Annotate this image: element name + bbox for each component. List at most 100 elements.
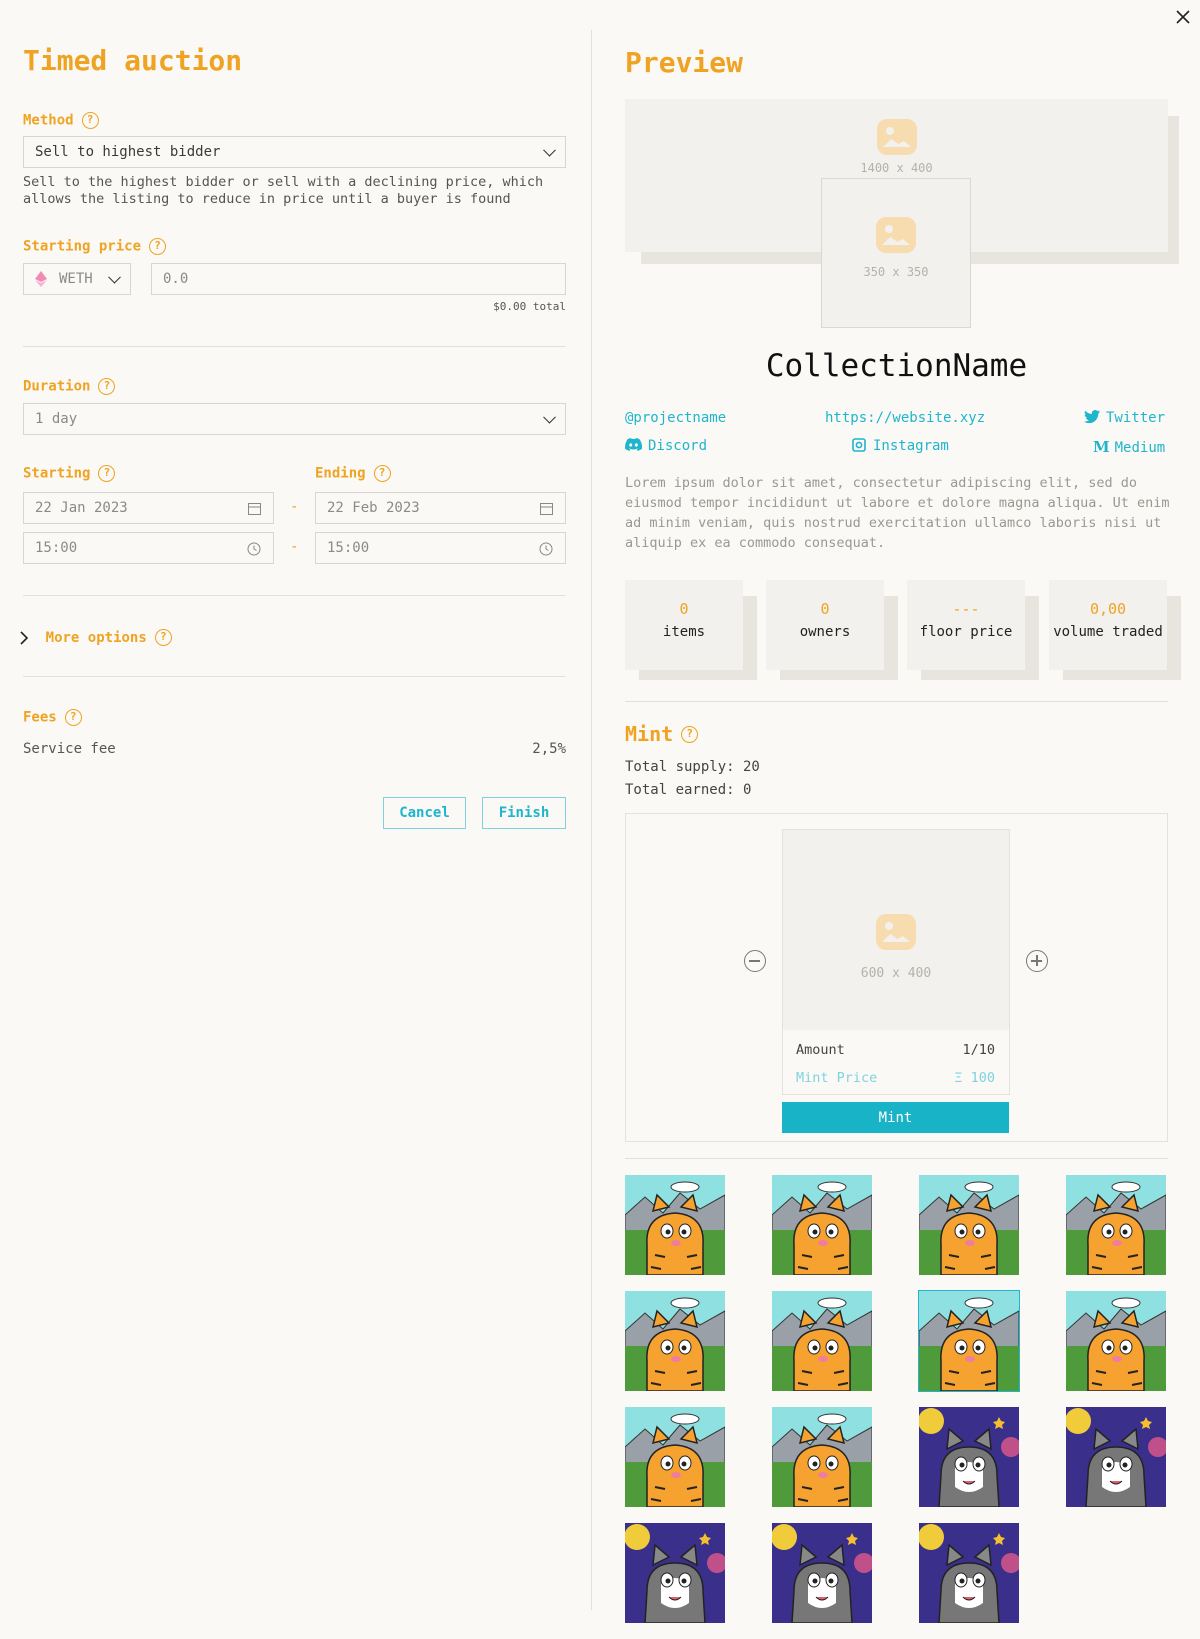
instagram-link[interactable]: Instagram: [852, 438, 949, 454]
nft-thumbnail[interactable]: [919, 1523, 1019, 1623]
mint-card: 600 x 400 Amount 1/10 Mint Price Ξ 100: [782, 829, 1010, 1095]
increase-amount-button[interactable]: [1026, 950, 1048, 972]
nft-thumbnail[interactable]: [1066, 1175, 1166, 1275]
website-link[interactable]: https://website.xyz: [825, 410, 985, 426]
amount-value: 1/10: [962, 1042, 995, 1058]
duration-select[interactable]: 1 day: [23, 403, 566, 435]
mint-price-value: Ξ 100: [954, 1070, 995, 1086]
nft-thumbnail[interactable]: [625, 1175, 725, 1275]
close-icon[interactable]: [1174, 8, 1192, 26]
end-time-input[interactable]: 15:00: [315, 532, 566, 564]
nft-thumbnail[interactable]: [625, 1407, 725, 1507]
price-input[interactable]: 0.0: [151, 263, 566, 295]
more-options-toggle[interactable]: More options?: [18, 627, 172, 646]
divider: [23, 676, 566, 677]
stat-floor-price: --- floor price: [907, 580, 1039, 680]
fees-label: Fees?: [23, 709, 82, 726]
stat-label: items: [662, 624, 706, 640]
stat-volume-traded: 0,00 volume traded: [1049, 580, 1181, 680]
stat-value: 0: [679, 600, 689, 618]
more-options-label: More options: [45, 629, 147, 646]
clock-icon: [539, 542, 553, 556]
medium-icon: M: [1093, 438, 1110, 456]
help-icon[interactable]: ?: [81, 112, 99, 129]
divider: [625, 701, 1168, 702]
image-icon: [876, 217, 916, 253]
help-icon[interactable]: ?: [681, 725, 699, 743]
panel-divider: [591, 30, 592, 1610]
page-title: Timed auction: [23, 44, 243, 77]
service-fee-value: 2,5%: [532, 741, 566, 757]
starting-label: Starting?: [23, 465, 116, 482]
decrease-amount-button[interactable]: [744, 950, 766, 972]
project-handle-link[interactable]: @projectname: [625, 410, 726, 426]
nft-thumbnail[interactable]: [918, 1290, 1020, 1392]
help-icon[interactable]: ?: [149, 238, 167, 255]
chevron-down-icon: [543, 143, 556, 157]
twitter-link[interactable]: Twitter: [1084, 410, 1165, 426]
total-supply: Total supply: 20: [625, 759, 760, 775]
help-icon[interactable]: ?: [154, 629, 172, 646]
chevron-down-icon: [543, 410, 556, 424]
medium-link[interactable]: M Medium: [1093, 438, 1165, 456]
calendar-icon: [540, 503, 553, 515]
nft-thumbnail[interactable]: [625, 1523, 725, 1623]
collection-description: Lorem ipsum dolor sit amet, consectetur …: [625, 475, 1170, 551]
mint-image-placeholder: 600 x 400: [783, 830, 1009, 1030]
time-separator: -: [290, 539, 299, 555]
calendar-icon: [248, 503, 261, 515]
banner-size: 1400 x 400: [860, 161, 933, 175]
nft-thumbnail[interactable]: [919, 1175, 1019, 1275]
method-label: Method?: [23, 112, 99, 129]
price-total: $0.00 total: [493, 300, 566, 313]
stat-items: 0 items: [625, 580, 757, 680]
amount-label: Amount: [796, 1042, 845, 1058]
start-time-input[interactable]: 15:00: [23, 532, 274, 564]
currency-select[interactable]: WETH: [23, 263, 131, 295]
method-value: Sell to highest bidder: [35, 144, 221, 160]
total-earned: Total earned: 0: [625, 782, 752, 798]
method-description: Sell to the highest bidder or sell with …: [23, 174, 544, 207]
date-separator: -: [290, 499, 299, 515]
divider: [23, 346, 566, 347]
chevron-down-icon: [108, 270, 121, 284]
mint-heading: Mint?: [625, 722, 699, 746]
mint-button[interactable]: Mint: [782, 1102, 1009, 1133]
twitter-icon: [1084, 410, 1100, 424]
divider: [625, 1158, 1168, 1159]
nft-thumbnail[interactable]: [772, 1523, 872, 1623]
help-icon[interactable]: ?: [64, 709, 82, 726]
clock-icon: [247, 542, 261, 556]
nft-thumbnail[interactable]: [625, 1291, 725, 1391]
cancel-button[interactable]: Cancel: [383, 797, 466, 829]
preview-title: Preview: [625, 46, 744, 79]
stat-value: 0,00: [1089, 600, 1127, 618]
stat-label: owners: [799, 624, 851, 640]
help-icon[interactable]: ?: [98, 465, 116, 482]
nft-thumbnail[interactable]: [1066, 1291, 1166, 1391]
starting-price-label: Starting price?: [23, 238, 167, 255]
duration-label: Duration?: [23, 378, 116, 395]
help-icon[interactable]: ?: [98, 378, 116, 395]
stat-value: 0: [820, 600, 830, 618]
help-icon[interactable]: ?: [373, 465, 391, 482]
discord-link[interactable]: Discord: [625, 438, 707, 454]
image-icon: [876, 914, 916, 950]
stat-value: ---: [952, 600, 980, 618]
logo-placeholder: 350 x 350: [821, 178, 971, 328]
discord-icon: [625, 438, 643, 451]
nft-thumbnail[interactable]: [919, 1407, 1019, 1507]
nft-thumbnail[interactable]: [772, 1407, 872, 1507]
finish-button[interactable]: Finish: [482, 797, 566, 829]
chevron-right-icon: [20, 630, 29, 645]
nft-thumbnail[interactable]: [772, 1175, 872, 1275]
mint-image-size: 600 x 400: [860, 966, 932, 981]
method-select[interactable]: Sell to highest bidder: [23, 136, 566, 168]
start-date-input[interactable]: 22 Jan 2023: [23, 492, 274, 524]
nft-thumbnail[interactable]: [1066, 1407, 1166, 1507]
nft-thumbnail[interactable]: [772, 1291, 872, 1391]
ethereum-icon: [35, 271, 47, 287]
stat-label: floor price: [919, 624, 1013, 640]
end-date-input[interactable]: 22 Feb 2023: [315, 492, 566, 524]
stat-label: volume traded: [1053, 624, 1163, 640]
